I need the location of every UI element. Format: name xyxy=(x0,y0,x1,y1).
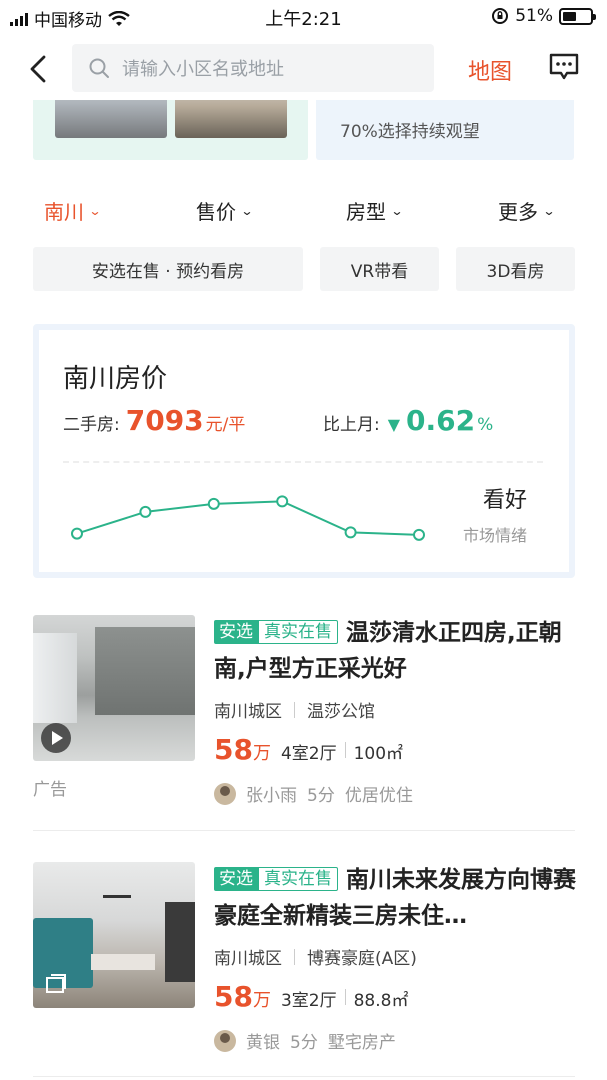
trend-point xyxy=(207,497,220,510)
search-icon xyxy=(89,58,109,78)
filter-district[interactable]: 南川 ⌄ xyxy=(44,196,102,225)
message-icon[interactable] xyxy=(548,52,580,82)
trend-line xyxy=(76,500,420,536)
listing-district: 南川城区 xyxy=(214,702,282,722)
trend-point xyxy=(276,495,289,508)
listing-price-unit: 万 xyxy=(252,743,271,764)
ad-label: 广告 xyxy=(33,780,67,800)
listing-photo[interactable] xyxy=(33,615,195,761)
tag-anxuan[interactable]: 安选在售 · 预约看房 xyxy=(33,247,303,291)
tag-3d[interactable]: 3D看房 xyxy=(456,247,575,291)
trend-point xyxy=(71,527,83,540)
rotation-lock-icon xyxy=(492,8,509,24)
filter-label: 更多 xyxy=(498,200,538,224)
tag-vr[interactable]: VR带看 xyxy=(320,247,439,291)
listing-price: 58 xyxy=(214,733,253,766)
search-placeholder: 请输入小区名或地址 xyxy=(122,59,284,80)
filter-label: 售价 xyxy=(196,200,236,224)
separator xyxy=(344,741,346,758)
trend-point xyxy=(139,505,152,518)
play-icon[interactable] xyxy=(41,723,71,753)
price-card-title: 南川房价 xyxy=(63,364,168,394)
listing-community: 温莎公馆 xyxy=(307,702,375,722)
chevron-down-icon: ⌄ xyxy=(88,203,102,218)
quick-tags: 安选在售 · 预约看房 VR带看 3D看房 xyxy=(0,247,607,291)
down-triangle-icon: ▼ xyxy=(387,415,401,434)
filter-layout[interactable]: 房型 ⌄ xyxy=(346,196,404,225)
listing-card[interactable]: 安选 真实在售 温莎清水正四房,正朝南,户型方正采光好 南川城区 温莎公馆 58 万… xyxy=(33,615,575,815)
nav-bar: 请输入小区名或地址 地图 xyxy=(0,38,607,100)
agency-name: 墅宅房产 xyxy=(327,1033,396,1053)
listing-price: 58 xyxy=(214,980,253,1013)
filter-bar: 南川 ⌄ 售价 ⌄ 房型 ⌄ 更多 ⌄ xyxy=(0,196,607,226)
agent-name: 张小雨 xyxy=(246,786,297,806)
chevron-down-icon: ⌄ xyxy=(542,203,556,218)
listing-layout: 3室2厅 xyxy=(280,991,337,1011)
promo-banner-left[interactable] xyxy=(33,100,308,160)
trend-point xyxy=(344,526,357,539)
promo-banners: 70%选择持续观望 xyxy=(0,100,607,160)
market-sentiment: 看好 xyxy=(482,488,527,513)
trend-point xyxy=(413,528,425,541)
back-chevron-icon[interactable] xyxy=(22,52,56,86)
compare-label: 比上月: xyxy=(323,415,380,435)
filter-price[interactable]: 售价 ⌄ xyxy=(196,196,254,225)
chevron-down-icon: ⌄ xyxy=(240,203,254,218)
battery-percent: 51% xyxy=(515,6,553,26)
listing-district: 南川城区 xyxy=(214,949,282,969)
listing-photo[interactable] xyxy=(33,862,195,1008)
search-input[interactable]: 请输入小区名或地址 xyxy=(72,44,434,92)
vr-icon[interactable] xyxy=(43,972,69,998)
listing-divider xyxy=(33,1076,575,1077)
filter-more[interactable]: 更多 ⌄ xyxy=(498,196,556,225)
badge-anxuan: 安选 xyxy=(214,620,258,644)
price-trend-card[interactable]: 南川房价 二手房: 7093 元/平 比上月: ▼ 0.62 % 看好 市场情绪 xyxy=(33,324,575,578)
banner-room-photo xyxy=(175,100,287,138)
listing-area: 100㎡ xyxy=(353,744,404,764)
listing-divider xyxy=(33,830,575,831)
listing-area: 88.8㎡ xyxy=(353,991,409,1011)
price-unit: 元/平 xyxy=(205,415,246,435)
agent-avatar xyxy=(214,782,236,805)
agent-avatar xyxy=(214,1029,236,1052)
filter-label: 南川 xyxy=(44,200,84,224)
listing-price-unit: 万 xyxy=(252,990,271,1011)
listing-layout: 4室2厅 xyxy=(280,744,337,764)
change-unit: % xyxy=(477,415,494,435)
separator xyxy=(344,988,346,1005)
change-value: 0.62 xyxy=(406,404,476,437)
badge-real-sale: 真实在售 xyxy=(258,867,338,891)
separator xyxy=(294,701,295,718)
promo-banner-right[interactable]: 70%选择持续观望 xyxy=(316,100,574,160)
agency-name: 优居优住 xyxy=(344,786,413,806)
filter-label: 房型 xyxy=(346,200,386,224)
banner-subtitle: 70%选择持续观望 xyxy=(340,122,480,142)
dashed-divider xyxy=(63,461,543,463)
listing-community: 博赛豪庭(A区) xyxy=(307,949,417,969)
post-time: 5分 xyxy=(290,1033,318,1053)
listing-title-block: 安选 真实在售 温莎清水正四房,正朝南,户型方正采光好 xyxy=(214,615,584,687)
status-bar: 中国移动 上午2:21 51% xyxy=(0,0,607,34)
badge-real-sale: 真实在售 xyxy=(258,620,338,644)
listing-card[interactable]: 安选 真实在售 南川未来发展方向博赛豪庭全新精装三房未住… 南川城区 博赛豪庭(A区… xyxy=(33,862,576,1062)
badge-anxuan: 安选 xyxy=(214,867,258,891)
price-trend-chart xyxy=(71,495,425,541)
secondhand-label: 二手房: xyxy=(63,415,120,435)
listing-title-block: 安选 真实在售 南川未来发展方向博赛豪庭全新精装三房未住… xyxy=(214,862,584,934)
battery-icon xyxy=(559,7,596,25)
agent-name: 黄银 xyxy=(246,1033,280,1053)
post-time: 5分 xyxy=(307,786,335,806)
chevron-down-icon: ⌄ xyxy=(390,203,404,218)
market-sentiment-label: 市场情绪 xyxy=(462,526,527,545)
separator xyxy=(294,948,295,965)
average-price: 7093 xyxy=(125,404,204,437)
banner-room-photo xyxy=(55,100,167,138)
map-link[interactable]: 地图 xyxy=(468,54,512,86)
